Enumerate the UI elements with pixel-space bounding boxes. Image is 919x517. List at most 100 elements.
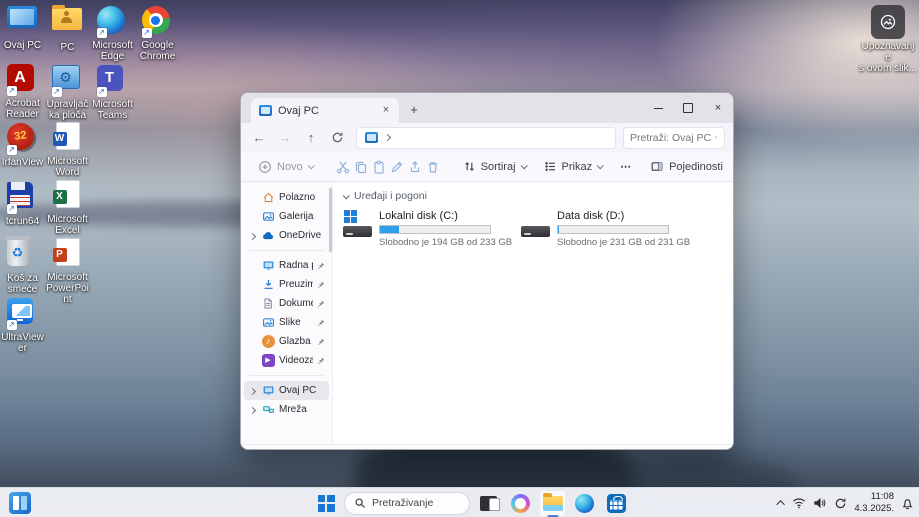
tab-close-icon[interactable]: ×	[379, 104, 393, 118]
view-icon	[544, 162, 555, 171]
desktop-icon-word[interactable]: W Microsoft Word	[45, 121, 90, 178]
title-bar[interactable]: Ovaj PC × + ×	[241, 93, 733, 123]
edge-button[interactable]	[571, 490, 598, 517]
drive-c-icon	[343, 210, 373, 240]
desktop-icon-irfanview[interactable]: 32 ↗ IrfanView	[0, 121, 45, 168]
sidebar-item-gallery[interactable]: Galerija	[244, 207, 329, 226]
pin-icon	[317, 300, 326, 308]
back-button[interactable]: ←	[247, 127, 271, 149]
desktop-icon-pc-folder[interactable]: PC	[45, 4, 90, 53]
desktop-icon-edge[interactable]: ↗ Microsoft Edge	[90, 4, 135, 62]
notifications-bell-icon[interactable]	[901, 497, 914, 510]
start-button[interactable]	[313, 490, 339, 516]
desktop-icon-ultraviewer[interactable]: ↗ UltraViewer	[0, 295, 45, 354]
new-button[interactable]: Novo	[251, 156, 320, 178]
search-input[interactable]: Pretraži: Ovaj PC	[623, 126, 725, 149]
pin-icon	[317, 262, 326, 270]
sort-button[interactable]: Sortiraj	[456, 156, 533, 177]
volume-icon[interactable]	[813, 497, 827, 509]
sidebar-item-network[interactable]: Mreža	[244, 400, 329, 419]
shortcut-arrow-icon: ↗	[96, 87, 107, 97]
copy-button[interactable]	[354, 155, 368, 179]
desktop-icon-acrobat[interactable]: A ↗ Acrobat Reader	[0, 62, 45, 120]
this-pc-icon	[259, 105, 272, 116]
search-icon	[715, 136, 718, 139]
details-pane-button[interactable]: Pojedinosti	[643, 156, 730, 177]
icons-view-toggle-icon[interactable]	[714, 449, 725, 451]
sort-icon	[464, 162, 474, 171]
drive-capacity-bar	[379, 225, 491, 234]
rename-button[interactable]	[390, 155, 404, 179]
hard-drive-icon	[521, 226, 550, 237]
desktop-icon-powerpoint[interactable]: P Microsoft PowerPoint	[45, 237, 90, 306]
sidebar-item-pictures[interactable]: Slike	[244, 313, 329, 332]
expand-chevron-icon[interactable]	[248, 406, 257, 414]
sidebar-item-onedrive[interactable]: OneDrive	[244, 226, 329, 245]
new-tab-button[interactable]: +	[403, 99, 425, 121]
desktop-icon-label: Ovaj PC	[3, 40, 42, 51]
drive-d-tile[interactable]: Data disk (D:) Slobodno je 231 GB od 231…	[521, 210, 690, 248]
desktop-icon-control-panel[interactable]: ⚙ ↗ Upravljačka ploča	[45, 62, 90, 121]
drive-c-tile[interactable]: Lokalni disk (C:) Slobodno je 194 GB od …	[343, 210, 512, 248]
expand-chevron-icon[interactable]	[248, 387, 257, 395]
sidebar-scrollbar[interactable]	[329, 188, 332, 252]
tab-ovaj-pc[interactable]: Ovaj PC ×	[251, 98, 399, 123]
copilot-button[interactable]	[507, 490, 534, 517]
paste-button[interactable]	[372, 155, 386, 179]
refresh-button[interactable]	[325, 127, 349, 149]
sidebar-item-videos[interactable]: ▶ Videozapisi	[244, 351, 329, 370]
desktop-icon-excel[interactable]: X Microsoft Excel	[45, 179, 90, 236]
desktop-icon-tcrun64[interactable]: ↗ tcrun64	[0, 179, 45, 227]
address-bar[interactable]	[356, 126, 616, 149]
file-explorer-button[interactable]	[539, 489, 566, 517]
desktop-icon-recycle-bin[interactable]: ♻ Koš za smeće	[0, 236, 45, 295]
delete-button[interactable]	[426, 155, 440, 179]
copy-icon	[355, 161, 366, 173]
forward-button[interactable]: →	[273, 127, 297, 149]
taskbar-search-input[interactable]: Pretraživanje	[344, 491, 470, 515]
up-button[interactable]: ↑	[299, 127, 323, 149]
this-pc-icon	[365, 132, 378, 143]
view-button[interactable]: Prikaz	[537, 156, 610, 177]
sidebar-item-this-pc[interactable]: Ovaj PC	[244, 381, 329, 400]
desktop-icon-chrome[interactable]: ↗ Google Chrome	[135, 4, 180, 62]
microsoft-store-icon	[607, 493, 626, 513]
sidebar-item-downloads[interactable]: Preuzimanja	[244, 275, 329, 294]
desktop-icon-this-pc[interactable]: Ovaj PC	[0, 4, 45, 51]
wifi-icon[interactable]	[792, 497, 806, 509]
drive-free-space: Slobodno je 194 GB od 233 GB	[379, 237, 513, 248]
gallery-icon	[261, 210, 275, 224]
desktop-icon-spotlight[interactable]: Upoznavanje s ovom slik...	[859, 5, 917, 75]
sidebar-item-documents[interactable]: Dokumenti	[244, 294, 329, 313]
task-view-button[interactable]	[475, 490, 502, 517]
powerpoint-icon: P	[52, 238, 80, 266]
group-header-devices-drives[interactable]: Uređaji i pogoni	[342, 190, 725, 202]
desktop-icon-teams[interactable]: T ↗ Microsoft Teams	[90, 62, 135, 121]
maximize-button[interactable]	[673, 93, 703, 123]
widgets-button[interactable]	[9, 492, 31, 514]
downloads-icon	[261, 278, 275, 292]
sidebar-item-music[interactable]: ♪ Glazba	[244, 332, 329, 351]
share-button[interactable]	[408, 155, 422, 179]
shortcut-arrow-icon: ↗	[141, 28, 152, 38]
chevron-down-icon	[596, 162, 604, 170]
sync-icon[interactable]	[834, 497, 847, 510]
expand-chevron-icon[interactable]	[248, 232, 257, 240]
recycle-bin-icon: ♻	[4, 236, 31, 266]
time: 11:08	[870, 491, 894, 503]
this-pc-icon	[261, 384, 275, 398]
breadcrumb-chevron-icon[interactable]	[383, 133, 392, 142]
details-pane-icon	[651, 162, 663, 171]
more-options-button[interactable]: ⋯	[613, 156, 639, 177]
close-button[interactable]: ×	[703, 93, 733, 123]
taskbar-clock[interactable]: 11:08 4.3.2025.	[854, 491, 894, 515]
sidebar-item-desktop[interactable]: Radna površi	[244, 256, 329, 275]
files-content-pane[interactable]: Uređaji i pogoni Lokalni disk (C:) Slobo…	[333, 182, 733, 444]
microsoft-store-button[interactable]	[603, 490, 630, 517]
search-placeholder: Pretraži: Ovaj PC	[630, 131, 712, 144]
hidden-icons-chevron[interactable]	[776, 500, 786, 509]
cut-button[interactable]	[336, 155, 350, 179]
list-view-toggle-icon[interactable]	[695, 449, 706, 451]
minimize-button[interactable]	[643, 93, 673, 123]
sidebar-item-home[interactable]: Polazno	[244, 188, 329, 207]
